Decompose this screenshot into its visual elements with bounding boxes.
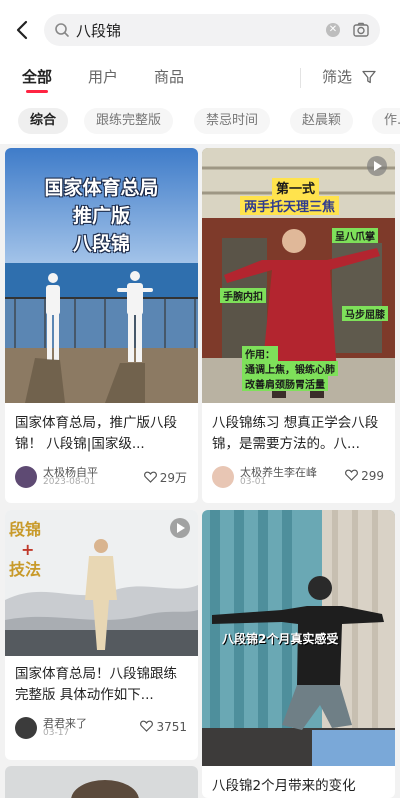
cover-text: 改善肩颈肠胃活量 <box>242 376 328 391</box>
heart-icon <box>345 469 359 481</box>
avatar[interactable] <box>15 466 37 488</box>
cover-text: + <box>21 540 35 559</box>
like-count: 299 <box>361 469 384 483</box>
cover-text: 两手托天理三焦 <box>240 196 340 215</box>
note-title: 国家体育总局，推广版八段锦！ 八段锦|国家级... <box>15 415 177 452</box>
author-row: 君君来了 03-17 3751 <box>15 715 187 743</box>
search-header: 八段锦 ✕ <box>0 0 400 60</box>
filter-chips: 综合 跟练完整版 禁忌时间 赵晨颖 作... <box>0 98 400 144</box>
cover-text: 推广版 <box>72 205 130 227</box>
heart-icon <box>143 471 157 483</box>
tab-divider <box>300 68 301 88</box>
note-title: 八段锦2个月带来的变化 <box>212 778 356 794</box>
video-cover: 段锦 + 技法 <box>5 510 198 656</box>
chip-full-follow-along[interactable]: 跟练完整版 <box>84 108 174 134</box>
note-title: 国家体育总局！八段锦跟练完整版 具体动作如下... <box>15 666 177 703</box>
search-icon <box>54 22 70 38</box>
search-input[interactable]: 八段锦 ✕ <box>44 14 380 46</box>
like-button[interactable]: 29万 <box>143 469 187 486</box>
active-tab-indicator <box>26 90 48 93</box>
video-cover: 国家体育总局 推广版 八段锦 <box>5 148 198 403</box>
author-row: 太极养生李在峰 03-01 299 <box>212 464 384 492</box>
note-card[interactable]: 段锦 + 技法 国家体育总局！八段锦跟练完整版 具体动作如下... 君君来了 0… <box>5 510 198 760</box>
tab-all[interactable]: 全部 <box>22 66 52 87</box>
cover-text: 国家体育总局 <box>44 177 159 199</box>
note-card[interactable]: 第一式 两手托天理三焦 呈八爪掌 手腕内扣 马步屈膝 作用： 通调上焦，锻练心肺… <box>202 148 395 503</box>
cover-text: 八段锦 <box>72 233 130 255</box>
cover-text: 技法 <box>9 560 42 579</box>
cover-text: 段锦 <box>9 520 42 539</box>
note-card[interactable]: 八段锦2个月真实感受 八段锦2个月带来的变化 <box>202 510 395 798</box>
cover-text: 第一式 <box>272 178 320 197</box>
video-cover: 第一式 两手托天理三焦 呈八爪掌 手腕内扣 马步屈膝 作用： 通调上焦，锻练心肺… <box>202 148 395 403</box>
video-cover: 八段锦2个月真实感受 <box>202 510 395 766</box>
note-card[interactable] <box>5 766 198 798</box>
note-title: 八段锦练习 想真正学会八段锦，是需要方法的。八... <box>212 415 379 452</box>
cover-text: 作用： <box>242 346 278 361</box>
cover-text: 呈八爪掌 <box>332 228 378 243</box>
search-results-page: 八段锦 ✕ 全部 用户 商品 筛选 综合 跟练完整版 禁忌时间 赵晨颖 作... <box>0 0 400 798</box>
cover-text: 八段锦2个月真实感受 <box>222 632 339 646</box>
avatar[interactable] <box>212 466 234 488</box>
post-date: 03-01 <box>240 477 267 487</box>
like-count: 3751 <box>156 720 187 734</box>
video-cover <box>5 766 198 798</box>
chip-zhao-chenying[interactable]: 赵晨颖 <box>290 108 354 134</box>
like-count: 29万 <box>159 471 187 485</box>
post-date: 03-17 <box>43 728 70 738</box>
avatar[interactable] <box>15 717 37 739</box>
heart-icon <box>140 720 154 732</box>
tab-users[interactable]: 用户 <box>88 66 118 87</box>
author-row: 太极杨自平 2023-08-01 29万 <box>15 464 187 492</box>
result-type-tabs: 全部 用户 商品 筛选 <box>0 60 400 98</box>
post-date: 2023-08-01 <box>43 477 96 487</box>
clear-icon[interactable]: ✕ <box>326 23 340 37</box>
note-card[interactable]: 国家体育总局 推广版 八段锦 国家体育总局，推广版八段锦！ 八段锦|国家级...… <box>5 148 198 503</box>
camera-icon[interactable] <box>352 21 370 39</box>
play-icon <box>367 156 387 176</box>
tab-products[interactable]: 商品 <box>154 66 184 87</box>
filter-button[interactable]: 筛选 <box>322 66 352 87</box>
chip-comprehensive[interactable]: 综合 <box>18 108 69 134</box>
back-icon[interactable] <box>10 14 38 46</box>
cover-text: 手腕内扣 <box>220 288 266 303</box>
play-icon <box>170 518 190 538</box>
cover-text: 通调上焦，锻练心肺 <box>242 361 338 376</box>
cover-text: 马步屈膝 <box>342 306 388 321</box>
chip-taboo-time[interactable]: 禁忌时间 <box>194 108 271 134</box>
chip-more[interactable]: 作... <box>372 108 400 134</box>
filter-icon[interactable] <box>362 69 376 84</box>
like-button[interactable]: 299 <box>345 469 384 483</box>
search-query: 八段锦 <box>76 22 122 40</box>
like-button[interactable]: 3751 <box>140 720 187 734</box>
